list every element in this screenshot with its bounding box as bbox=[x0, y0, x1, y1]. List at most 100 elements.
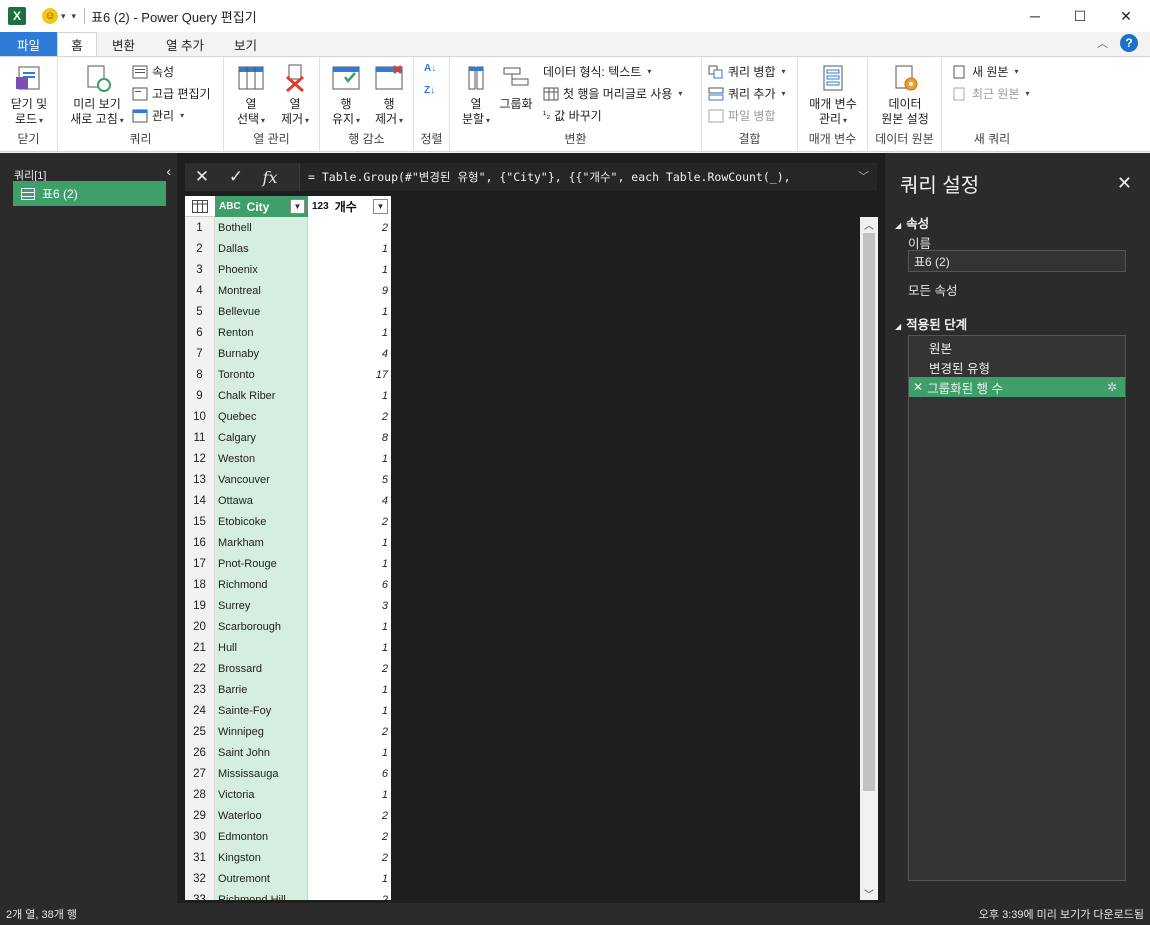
table-row[interactable]: 3 Phoenix 1 bbox=[185, 259, 391, 280]
commit-icon[interactable]: ✓ bbox=[219, 163, 253, 191]
row-number[interactable]: 9 bbox=[185, 385, 215, 406]
cell-count[interactable]: 1 bbox=[308, 322, 391, 343]
cell-city[interactable]: Richmond bbox=[215, 574, 308, 595]
table-row[interactable]: 10 Quebec 2 bbox=[185, 406, 391, 427]
tab-file[interactable]: 파일 bbox=[0, 32, 57, 56]
cell-count[interactable]: 2 bbox=[308, 721, 391, 742]
cell-city[interactable]: Pnot-Rouge bbox=[215, 553, 308, 574]
row-number[interactable]: 15 bbox=[185, 511, 215, 532]
cell-city[interactable]: Montreal bbox=[215, 280, 308, 301]
close-and-load-button[interactable]: 닫기 및 로드 ▾ bbox=[6, 63, 52, 128]
row-number[interactable]: 5 bbox=[185, 301, 215, 322]
table-row[interactable]: 19 Surrey 3 bbox=[185, 595, 391, 616]
collapse-pane-icon[interactable]: ‹ bbox=[166, 163, 171, 179]
expand-formula-icon[interactable]: ﹀ bbox=[858, 168, 869, 184]
row-number[interactable]: 12 bbox=[185, 448, 215, 469]
table-row[interactable]: 1 Bothell 2 bbox=[185, 217, 391, 238]
cell-city[interactable]: Kingston bbox=[215, 847, 308, 868]
cell-city[interactable]: Quebec bbox=[215, 406, 308, 427]
manage-parameters-button[interactable]: 매개 변수 관리 ▾ bbox=[803, 63, 863, 128]
cell-count[interactable]: 2 bbox=[308, 889, 391, 900]
cell-count[interactable]: 6 bbox=[308, 763, 391, 784]
close-settings-icon[interactable]: ✕ bbox=[1117, 173, 1132, 194]
column-header-city[interactable]: ABC City ▼ bbox=[215, 196, 308, 217]
step-changed-type[interactable]: 변경된 유형 bbox=[909, 357, 1125, 377]
formula-input[interactable]: = Table.Group(#"변경된 유형", {"City"}, {{"개수… bbox=[299, 163, 877, 191]
split-column-button[interactable]: 열 분할 ▾ bbox=[456, 63, 496, 128]
cell-count[interactable]: 1 bbox=[308, 700, 391, 721]
table-row[interactable]: 26 Saint John 1 bbox=[185, 742, 391, 763]
row-number[interactable]: 1 bbox=[185, 217, 215, 238]
query-name-input[interactable]: 표6 (2) bbox=[908, 250, 1126, 272]
cell-count[interactable]: 1 bbox=[308, 553, 391, 574]
query-item[interactable]: 표6 (2) bbox=[13, 181, 166, 206]
cell-count[interactable]: 1 bbox=[308, 532, 391, 553]
row-number[interactable]: 3 bbox=[185, 259, 215, 280]
cell-city[interactable]: Brossard bbox=[215, 658, 308, 679]
row-number[interactable]: 8 bbox=[185, 364, 215, 385]
row-number[interactable]: 25 bbox=[185, 721, 215, 742]
table-row[interactable]: 17 Pnot-Rouge 1 bbox=[185, 553, 391, 574]
cell-city[interactable]: Outremont bbox=[215, 868, 308, 889]
cell-count[interactable]: 1 bbox=[308, 385, 391, 406]
cell-count[interactable]: 1 bbox=[308, 784, 391, 805]
row-number[interactable]: 23 bbox=[185, 679, 215, 700]
step-source[interactable]: 원본 bbox=[909, 337, 1125, 357]
row-number[interactable]: 7 bbox=[185, 343, 215, 364]
tab-home[interactable]: 홈 bbox=[57, 32, 97, 56]
table-row[interactable]: 28 Victoria 1 bbox=[185, 784, 391, 805]
group-by-button[interactable]: 그룹화 bbox=[496, 63, 536, 112]
first-row-header-button[interactable]: 첫 행을 머리글로 사용 ▾ bbox=[543, 85, 682, 102]
row-number[interactable]: 32 bbox=[185, 868, 215, 889]
row-number[interactable]: 22 bbox=[185, 658, 215, 679]
cell-city[interactable]: Chalk Riber bbox=[215, 385, 308, 406]
row-number[interactable]: 4 bbox=[185, 280, 215, 301]
tab-transform[interactable]: 변환 bbox=[100, 32, 147, 56]
table-row[interactable]: 11 Calgary 8 bbox=[185, 427, 391, 448]
table-row[interactable]: 31 Kingston 2 bbox=[185, 847, 391, 868]
table-row[interactable]: 27 Mississauga 6 bbox=[185, 763, 391, 784]
keep-rows-button[interactable]: 행 유지 ▾ bbox=[326, 63, 366, 128]
row-number[interactable]: 20 bbox=[185, 616, 215, 637]
row-number[interactable]: 33 bbox=[185, 889, 215, 900]
data-type-dropdown[interactable]: 데이터 형식: 텍스트 ▾ bbox=[543, 63, 651, 80]
table-row[interactable]: 33 Richmond Hill 2 bbox=[185, 889, 391, 900]
remove-columns-button[interactable]: 열 제거 ▾ bbox=[274, 63, 316, 128]
refresh-preview-button[interactable]: 미리 보기 새로 고침 ▾ bbox=[64, 63, 130, 128]
filter-dropdown-icon[interactable]: ▼ bbox=[373, 199, 388, 214]
remove-rows-button[interactable]: 행 제거 ▾ bbox=[368, 63, 410, 128]
table-row[interactable]: 9 Chalk Riber 1 bbox=[185, 385, 391, 406]
row-number[interactable]: 16 bbox=[185, 532, 215, 553]
table-row[interactable]: 15 Etobicoke 2 bbox=[185, 511, 391, 532]
cell-count[interactable]: 1 bbox=[308, 301, 391, 322]
table-row[interactable]: 22 Brossard 2 bbox=[185, 658, 391, 679]
cell-count[interactable]: 1 bbox=[308, 448, 391, 469]
table-row[interactable]: 21 Hull 1 bbox=[185, 637, 391, 658]
row-number[interactable]: 27 bbox=[185, 763, 215, 784]
cell-count[interactable]: 1 bbox=[308, 238, 391, 259]
row-number[interactable]: 17 bbox=[185, 553, 215, 574]
customize-toolbar-icon[interactable]: ▾ bbox=[72, 11, 77, 22]
cell-count[interactable]: 17 bbox=[308, 364, 391, 385]
cell-city[interactable]: Dallas bbox=[215, 238, 308, 259]
cell-count[interactable]: 1 bbox=[308, 637, 391, 658]
table-row[interactable]: 6 Renton 1 bbox=[185, 322, 391, 343]
cell-count[interactable]: 1 bbox=[308, 742, 391, 763]
cell-city[interactable]: Renton bbox=[215, 322, 308, 343]
filter-dropdown-icon[interactable]: ▼ bbox=[290, 199, 305, 214]
collapse-ribbon-icon[interactable]: ︿ bbox=[1097, 35, 1108, 51]
data-source-settings-button[interactable]: 데이터 원본 설정 bbox=[873, 63, 937, 127]
table-row[interactable]: 23 Barrie 1 bbox=[185, 679, 391, 700]
cell-city[interactable]: Hull bbox=[215, 637, 308, 658]
choose-columns-button[interactable]: 열 선택 ▾ bbox=[230, 63, 272, 128]
properties-button[interactable]: 속성 bbox=[132, 63, 174, 80]
cell-count[interactable]: 2 bbox=[308, 826, 391, 847]
table-row[interactable]: 20 Scarborough 1 bbox=[185, 616, 391, 637]
fx-icon[interactable]: fx bbox=[253, 163, 287, 191]
scrollbar-thumb[interactable] bbox=[863, 233, 875, 791]
row-number[interactable]: 24 bbox=[185, 700, 215, 721]
cell-count[interactable]: 3 bbox=[308, 595, 391, 616]
cell-city[interactable]: Edmonton bbox=[215, 826, 308, 847]
cell-city[interactable]: Burnaby bbox=[215, 343, 308, 364]
append-queries-button[interactable]: 쿼리 추가 ▾ bbox=[708, 85, 786, 102]
